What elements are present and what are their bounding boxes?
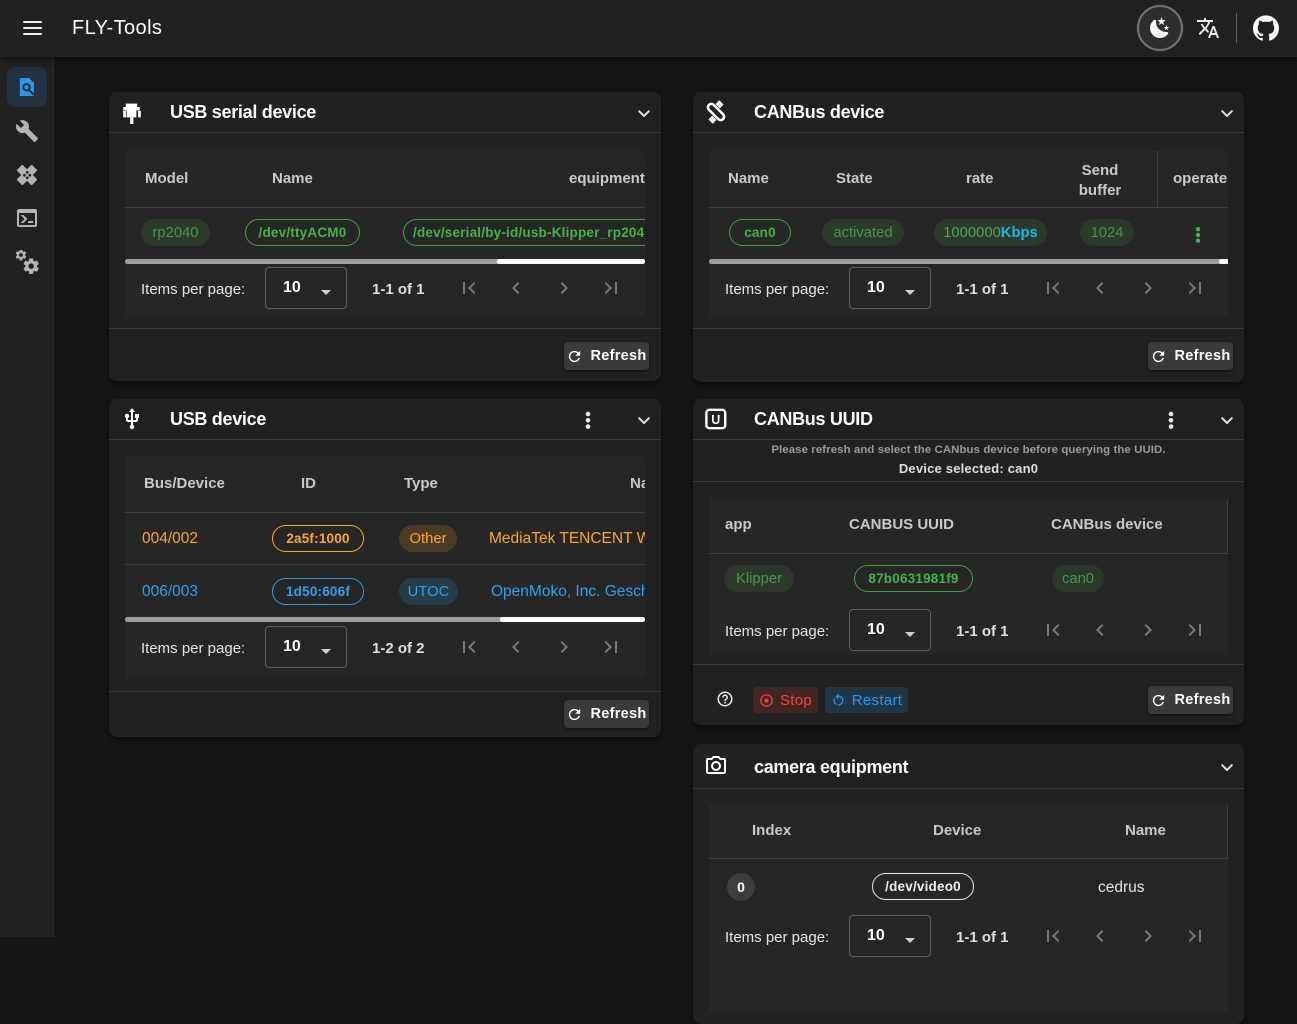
- svg-text:U: U: [711, 413, 720, 427]
